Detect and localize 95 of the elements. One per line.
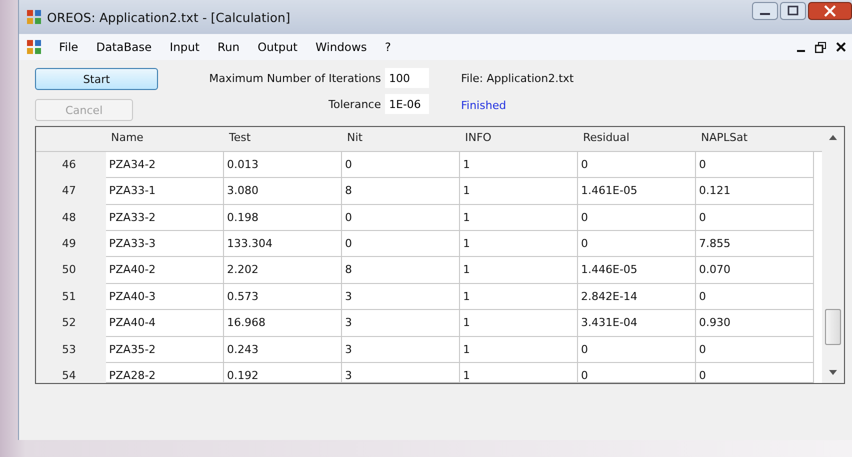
table-cell: 0.930 (696, 310, 814, 337)
row-header[interactable]: 46 (36, 152, 106, 178)
table-cell: 1 (460, 178, 578, 205)
app-icon (27, 10, 41, 24)
column-header[interactable]: Name (106, 127, 224, 151)
table-cell: 0 (696, 204, 814, 232)
table-cell: 0 (696, 284, 814, 310)
status-text: Finished (461, 99, 508, 112)
row-header[interactable]: 52 (36, 310, 106, 337)
row-header[interactable]: 51 (36, 284, 106, 310)
input-field[interactable]: 1E-06 (385, 94, 429, 114)
table-cell: 1 (460, 284, 578, 310)
table-cell: PZA33-1 (106, 178, 224, 205)
menu-item[interactable]: Output (258, 40, 298, 54)
table-cell: 0 (342, 152, 460, 178)
table-cell: PZA33-2 (106, 204, 224, 232)
scrollbar[interactable] (822, 127, 844, 383)
table-cell: 1 (460, 336, 578, 363)
table-cell: 8 (342, 178, 460, 205)
window-title: OREOS: Application2.txt - [Calculation] (47, 10, 290, 24)
table-cell: 3 (342, 362, 460, 383)
table-cell: 0 (696, 362, 814, 383)
table-cell: 0 (578, 231, 696, 258)
table-cell: 0 (342, 231, 460, 258)
table-cell: 1.446E-05 (578, 257, 696, 284)
table-cell: PZA28-2 (106, 362, 224, 383)
column-header[interactable]: Nit (342, 127, 460, 151)
row-header[interactable]: 48 (36, 204, 106, 232)
table-cell: PZA40-4 (106, 310, 224, 337)
column-header[interactable]: Residual (578, 127, 696, 151)
file-label: File: Application2.txt (461, 72, 574, 85)
menu-item[interactable]: ? (384, 40, 391, 54)
scroll-up-icon[interactable] (829, 135, 837, 140)
table-cell: PZA33-3 (106, 231, 224, 258)
table-cell: 3 (342, 310, 460, 337)
table-cell: PZA40-3 (106, 284, 224, 310)
table-cell: 0 (342, 204, 460, 232)
minimize-icon[interactable] (752, 2, 778, 20)
table-cell: 1 (460, 204, 578, 232)
menu-item[interactable]: Windows (316, 40, 367, 54)
table-cell: 1 (460, 362, 578, 383)
close-icon[interactable] (808, 2, 852, 20)
table-cell: 0 (578, 204, 696, 232)
menu-item[interactable]: File (59, 40, 78, 54)
row-header[interactable]: 54 (36, 362, 106, 383)
table-cell: 3.431E-04 (578, 310, 696, 337)
table-cell: 0 (578, 152, 696, 178)
column-header[interactable]: INFO (460, 127, 578, 151)
table-cell: PZA40-2 (106, 257, 224, 284)
table-cell: 0 (578, 336, 696, 363)
table-cell: 2.842E-14 (578, 284, 696, 310)
maximize-icon[interactable] (780, 2, 806, 20)
row-header[interactable]: 47 (36, 178, 106, 205)
table-cell: 2.202 (224, 257, 342, 284)
row-header[interactable]: 53 (36, 336, 106, 363)
table-cell: 0 (696, 152, 814, 178)
table-cell: 0.198 (224, 204, 342, 232)
row-header[interactable]: 49 (36, 231, 106, 258)
table-cell: PZA35-2 (106, 336, 224, 363)
table-cell: 7.855 (696, 231, 814, 258)
column-header[interactable]: Test (224, 127, 342, 151)
menu-item[interactable]: Input (170, 40, 200, 54)
table-cell: 133.304 (224, 231, 342, 258)
start-button[interactable]: Start (35, 68, 158, 90)
table-cell: 3.080 (224, 178, 342, 205)
table-cell: 1 (460, 257, 578, 284)
column-header[interactable]: NAPLSat (696, 127, 814, 151)
table-cell: 3 (342, 336, 460, 363)
field-label: Maximum Number of Iterations (209, 72, 381, 84)
table-cell: 1.461E-05 (578, 178, 696, 205)
table-cell: 8 (342, 257, 460, 284)
table-cell: 0 (578, 362, 696, 383)
table-cell: 0.070 (696, 257, 814, 284)
close-icon[interactable] (836, 42, 846, 52)
table-cell: 0 (696, 336, 814, 363)
table-cell: 1 (460, 310, 578, 337)
table-cell: PZA34-2 (106, 152, 224, 178)
table-cell: 1 (460, 231, 578, 258)
table-cell: 1 (460, 152, 578, 178)
table-cell: 0.243 (224, 336, 342, 363)
table-cell: 0.121 (696, 178, 814, 205)
scroll-thumb[interactable] (825, 309, 841, 345)
table-cell: 0.192 (224, 362, 342, 383)
table-cell: 16.968 (224, 310, 342, 337)
table-cell: 0.573 (224, 284, 342, 310)
row-header[interactable]: 50 (36, 257, 106, 284)
table-cell: 0.013 (224, 152, 342, 178)
app-icon (27, 40, 41, 54)
input-field[interactable]: 100 (385, 68, 429, 88)
menu-item[interactable]: Run (218, 40, 240, 54)
menu-item[interactable]: DataBase (96, 40, 152, 54)
field-label: Tolerance (328, 98, 381, 110)
restore-icon[interactable] (815, 42, 826, 52)
scroll-down-icon[interactable] (829, 370, 837, 375)
table-cell: 3 (342, 284, 460, 310)
